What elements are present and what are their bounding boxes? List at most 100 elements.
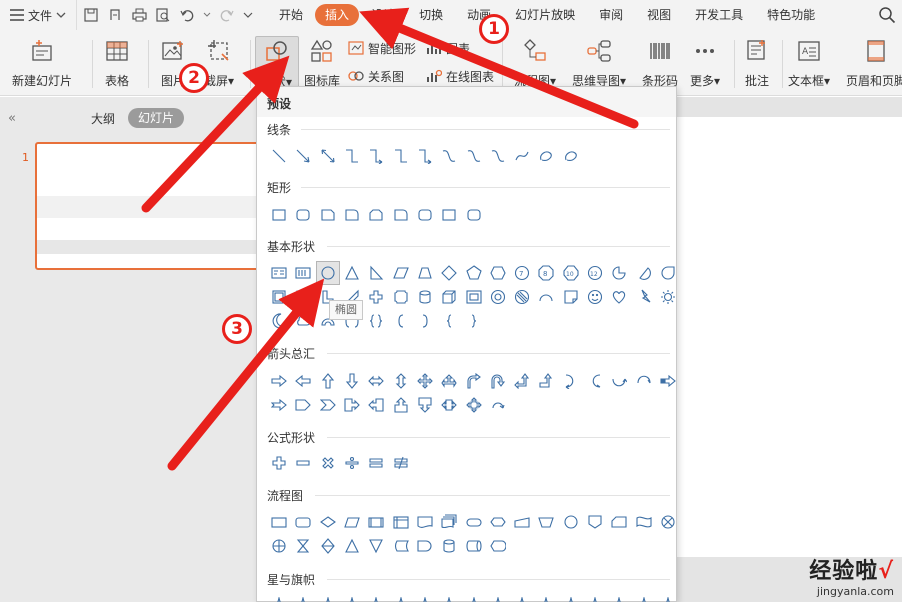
shape-rect-icon[interactable]: [267, 203, 291, 227]
shape-lcallout-icon[interactable]: [364, 393, 388, 417]
shape-curve-icon[interactable]: [461, 144, 485, 168]
barcode-button[interactable]: 条形码: [642, 36, 678, 92]
shape-uturn-icon[interactable]: [486, 369, 510, 393]
shape-plus-icon[interactable]: [267, 451, 291, 475]
shape-heart-icon[interactable]: [607, 285, 631, 309]
shape-smiley-icon[interactable]: [583, 285, 607, 309]
shape-tear-icon[interactable]: [656, 261, 680, 285]
shape-star4-icon[interactable]: [510, 593, 534, 602]
shape-star4-icon[interactable]: [364, 593, 388, 602]
shape-curvedr-icon[interactable]: [559, 369, 583, 393]
tab-outline[interactable]: 大纲: [91, 110, 115, 127]
shape-star4-icon[interactable]: [656, 593, 680, 602]
shape-star4-icon[interactable]: [388, 593, 412, 602]
shape-star4-icon[interactable]: [316, 593, 340, 602]
smart-graphic-button[interactable]: 智能图形: [348, 38, 416, 58]
shape-octa-icon[interactable]: 8: [534, 261, 558, 285]
shape-chord-icon[interactable]: [631, 261, 655, 285]
shape-rbracket-icon[interactable]: [413, 309, 437, 333]
shape-rrect-icon[interactable]: [413, 203, 437, 227]
shape-hepta-icon[interactable]: 7: [510, 261, 534, 285]
shape-trap-icon[interactable]: [413, 261, 437, 285]
redo-icon[interactable]: [219, 7, 235, 23]
shape-curve-icon[interactable]: [486, 144, 510, 168]
shape-star4-icon[interactable]: [437, 593, 461, 602]
save-icon[interactable]: [83, 7, 99, 23]
comment-button[interactable]: 批注: [744, 36, 770, 92]
shape-process-icon[interactable]: [267, 510, 291, 534]
shape-elbowarr-icon[interactable]: [364, 144, 388, 168]
undo-icon[interactable]: [179, 7, 195, 23]
shape-decision-icon[interactable]: [316, 510, 340, 534]
textbox-button[interactable]: A 文本框▾: [788, 36, 830, 92]
shape-lbracket-icon[interactable]: [388, 309, 412, 333]
shape-star4-icon[interactable]: [291, 593, 315, 602]
shape-star4-icon[interactable]: [267, 593, 291, 602]
shape-triangle-icon[interactable]: [340, 261, 364, 285]
tab-review[interactable]: 审阅: [587, 4, 635, 26]
shape-braces-icon[interactable]: [364, 309, 388, 333]
shape-rrect-icon[interactable]: [461, 203, 485, 227]
shape-pie-icon[interactable]: [607, 261, 631, 285]
shape-line-icon[interactable]: [267, 144, 291, 168]
shape-ucallout-icon[interactable]: [388, 393, 412, 417]
shape-bevel-icon[interactable]: [461, 285, 485, 309]
shape-merge-icon[interactable]: [364, 534, 388, 558]
shape-deca-icon[interactable]: 10: [559, 261, 583, 285]
shape-donut-icon[interactable]: [486, 285, 510, 309]
header-footer-button[interactable]: 页眉和页脚: [846, 36, 902, 92]
shape-elbow-icon[interactable]: [388, 144, 412, 168]
shape-sun-icon[interactable]: [656, 285, 680, 309]
shape-equal-icon[interactable]: [364, 451, 388, 475]
shape-terminator-icon[interactable]: [461, 510, 485, 534]
shape-altproc-icon[interactable]: [291, 510, 315, 534]
shape-bentarrow-icon[interactable]: [461, 369, 485, 393]
shape-snip-icon[interactable]: [316, 203, 340, 227]
shape-can-icon[interactable]: [413, 285, 437, 309]
shape-lup-icon[interactable]: [510, 369, 534, 393]
shape-chevron-icon[interactable]: [316, 393, 340, 417]
shape-star4-icon[interactable]: [631, 593, 655, 602]
print-preview-icon[interactable]: [155, 7, 171, 23]
shape-notched-icon[interactable]: [267, 393, 291, 417]
shape-foldcorner-icon[interactable]: [559, 285, 583, 309]
shape-predef-icon[interactable]: [364, 510, 388, 534]
shape-circarrow-icon[interactable]: [486, 393, 510, 417]
shape-offpage-icon[interactable]: [583, 510, 607, 534]
shape-freeform-icon[interactable]: [559, 144, 583, 168]
shape-star4-icon[interactable]: [461, 593, 485, 602]
undo-dropdown-icon[interactable]: [203, 7, 211, 23]
shape-larrow-icon[interactable]: [291, 369, 315, 393]
shape-connector-icon[interactable]: [559, 510, 583, 534]
shape-mult-icon[interactable]: [316, 451, 340, 475]
shape-internal-icon[interactable]: [388, 510, 412, 534]
shape-moon-icon[interactable]: [267, 309, 291, 333]
shape-multidoc-icon[interactable]: [437, 510, 461, 534]
tab-design[interactable]: 设计: [359, 4, 407, 26]
slide-thumbnail[interactable]: [35, 142, 260, 270]
shape-bentup-icon[interactable]: [534, 369, 558, 393]
table-button[interactable]: 表格: [104, 36, 130, 92]
shape-textbox-icon[interactable]: [267, 261, 291, 285]
shape-cube-icon[interactable]: [437, 285, 461, 309]
shape-collate-icon[interactable]: [291, 534, 315, 558]
shape-dblarrow-icon[interactable]: [316, 144, 340, 168]
new-slide-button[interactable]: 新建幻灯片: [12, 36, 72, 92]
shape-directacc-icon[interactable]: [461, 534, 485, 558]
shape-pentagonarr-icon[interactable]: [291, 393, 315, 417]
shape-round1-icon[interactable]: [388, 203, 412, 227]
shape-cross-icon[interactable]: [364, 285, 388, 309]
export-icon[interactable]: [107, 7, 123, 23]
shape-curve-icon[interactable]: [437, 144, 461, 168]
shape-udarrow-icon[interactable]: [388, 369, 412, 393]
shape-vtext-icon[interactable]: [291, 261, 315, 285]
tab-home[interactable]: 开始: [267, 4, 315, 26]
icon-library-button[interactable]: 图标库: [304, 36, 340, 92]
shape-noteq-icon[interactable]: [388, 451, 412, 475]
tab-view[interactable]: 视图: [635, 4, 683, 26]
shape-ellipse-icon[interactable]: [315, 261, 340, 285]
shape-rtriangle-icon[interactable]: [364, 261, 388, 285]
shape-sumjunc-icon[interactable]: [656, 510, 680, 534]
shape-lightning-icon[interactable]: [631, 285, 655, 309]
shape-display-icon[interactable]: [486, 534, 510, 558]
